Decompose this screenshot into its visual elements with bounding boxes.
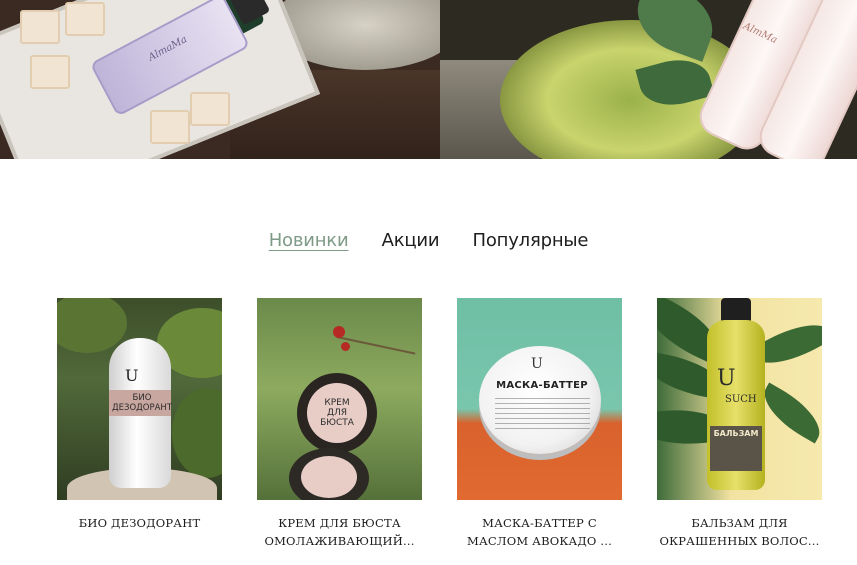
- product-card[interactable]: КРЕМ ДЛЯ БЮСТА КРЕМ ДЛЯ БЮСТА ОМОЛАЖИВАЮ…: [257, 298, 422, 550]
- berry: [341, 342, 350, 351]
- product-card[interactable]: U БИО ДЕЗОДОРАНТ БИО ДЕЗОДОРАНТ: [57, 298, 222, 532]
- tab-new[interactable]: Новинки: [269, 230, 349, 251]
- product-card[interactable]: U SUCH БАЛЬЗАМ БАЛЬЗАМ ДЛЯ ОКРАШЕННЫХ ВО…: [657, 298, 822, 550]
- brand-logo: U: [125, 366, 139, 385]
- tin-label-lines: [495, 398, 590, 433]
- soap-box: [30, 55, 70, 89]
- product-name[interactable]: КРЕМ ДЛЯ БЮСТА ОМОЛАЖИВАЮЩИЙ...: [257, 514, 422, 550]
- brand-sub: SUCH: [725, 394, 757, 405]
- tab-popular[interactable]: Популярные: [473, 230, 589, 251]
- bottle-label-text: БАЛЬЗАМ: [713, 429, 759, 438]
- product-card[interactable]: U МАСКА-БАТТЕР МАСКА-БАТТЕР С МАСЛОМ АВО…: [457, 298, 622, 550]
- brand-logo: U: [717, 366, 736, 391]
- berry: [333, 326, 345, 338]
- soap-box: [20, 10, 60, 44]
- bottle-label-text: БИО ДЕЗОДОРАНТ: [112, 393, 173, 413]
- hero-image-gift-set[interactable]: AlmaMa: [0, 0, 440, 159]
- product-name[interactable]: БИО ДЕЗОДОРАНТ: [57, 514, 222, 532]
- product-tabs: Новинки Акции Популярные: [0, 230, 857, 251]
- product-image[interactable]: U МАСКА-БАТТЕР: [457, 298, 622, 500]
- soap-box: [65, 2, 105, 36]
- hero-banner: AlmaMa AlmMa: [0, 0, 857, 159]
- jar-lid-label: [301, 456, 357, 498]
- soap-box: [150, 110, 190, 144]
- product-image[interactable]: КРЕМ ДЛЯ БЮСТА: [257, 298, 422, 500]
- moss: [172, 388, 222, 478]
- soap-box: [190, 92, 230, 126]
- product-name[interactable]: МАСКА-БАТТЕР С МАСЛОМ АВОКАДО ...: [457, 514, 622, 550]
- moss: [57, 298, 127, 353]
- product-image[interactable]: U БИО ДЕЗОДОРАНТ: [57, 298, 222, 500]
- product-name[interactable]: БАЛЬЗАМ ДЛЯ ОКРАШЕННЫХ ВОЛОС...: [657, 514, 822, 550]
- product-image[interactable]: U SUCH БАЛЬЗАМ: [657, 298, 822, 500]
- tin-label-text: МАСКА-БАТТЕР: [496, 380, 588, 391]
- tab-sales[interactable]: Акции: [382, 230, 440, 251]
- spray-bottle-label: AlmaMa: [146, 34, 190, 64]
- brand-logo: U: [531, 356, 543, 372]
- hero-image-tubes[interactable]: AlmMa: [440, 0, 857, 159]
- jar-label-text: КРЕМ ДЛЯ БЮСТА: [320, 398, 354, 428]
